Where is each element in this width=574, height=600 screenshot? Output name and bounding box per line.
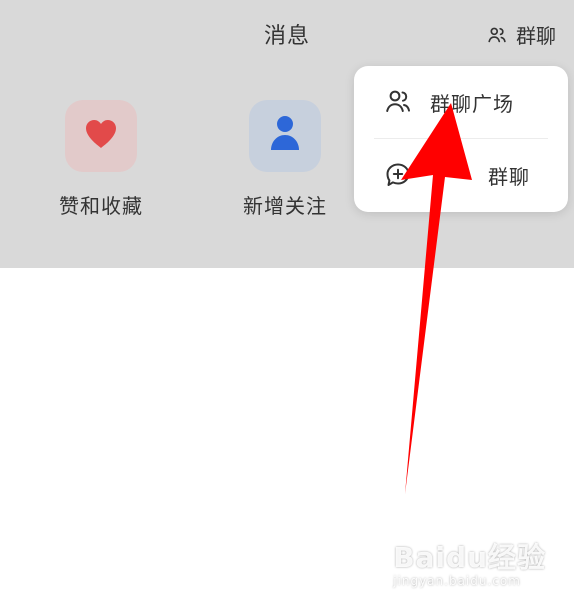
heart-icon xyxy=(82,117,120,155)
group-chat-icon xyxy=(486,24,508,46)
likes-tile xyxy=(65,100,137,172)
start-group-chat-label: 群聊 xyxy=(488,164,530,189)
group-chat-popup-menu: 群聊广场 群聊 xyxy=(354,66,568,212)
followers-label: 新增关注 xyxy=(243,194,327,218)
add-chat-icon xyxy=(382,159,414,191)
group-icon xyxy=(382,86,414,118)
new-followers-shortcut[interactable]: 新增关注 xyxy=(210,100,360,219)
group-chat-square-menu-item[interactable]: 群聊广场 xyxy=(354,66,568,138)
group-chat-square-label: 群聊广场 xyxy=(430,91,514,116)
message-screen: 消息 群聊 赞和收藏 新增关注 群聊广场 群聊 Baidu经验 jingyan.… xyxy=(0,0,574,600)
watermark-sub: jingyan.baidu.com xyxy=(393,574,521,588)
followers-tile xyxy=(249,100,321,172)
likes-label: 赞和收藏 xyxy=(59,194,143,218)
watermark-main: Baidu经验 xyxy=(393,541,546,574)
baidu-watermark: Baidu经验 jingyan.baidu.com xyxy=(393,536,546,588)
group-chat-button[interactable]: 群聊 xyxy=(486,20,556,49)
group-chat-label: 群聊 xyxy=(516,24,556,48)
person-icon xyxy=(265,113,305,159)
likes-and-favorites-shortcut[interactable]: 赞和收藏 xyxy=(26,100,176,219)
start-group-chat-menu-item[interactable]: 群聊 xyxy=(354,139,568,211)
